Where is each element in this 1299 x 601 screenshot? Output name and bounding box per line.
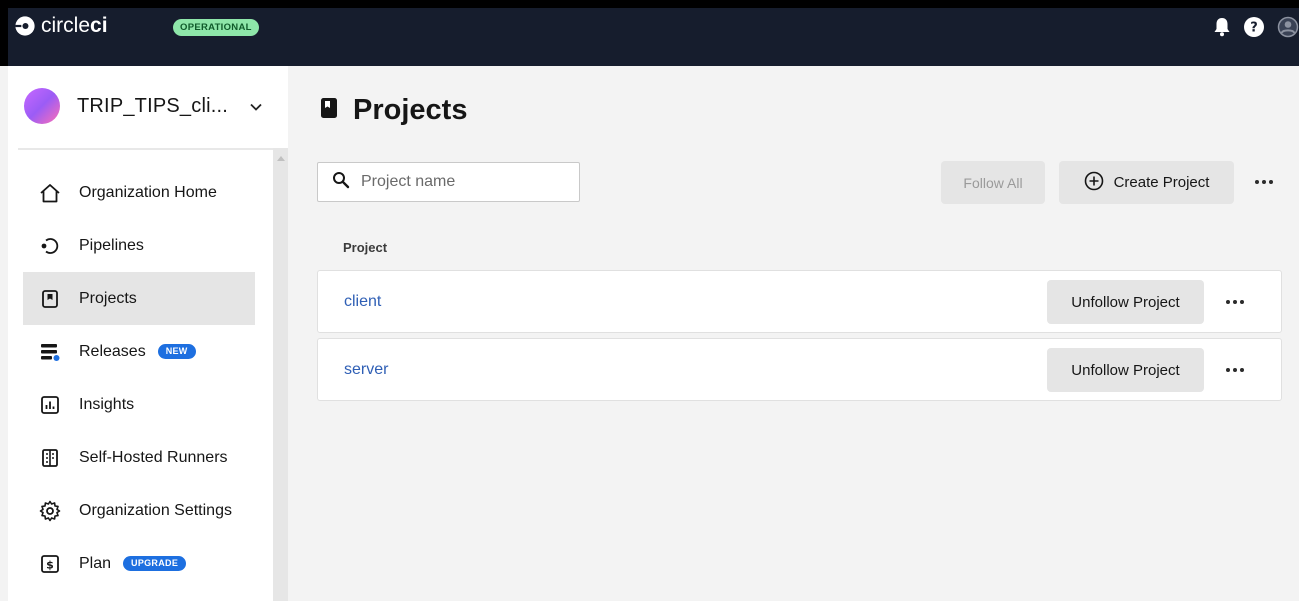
more-options-icon[interactable] <box>1223 360 1247 380</box>
search-input[interactable] <box>361 173 561 191</box>
sidebar: TRIP_TIPS_cli... Organization Home Pipel… <box>8 66 288 601</box>
table-row: server Unfollow Project <box>317 338 1282 401</box>
table-row: client Unfollow Project <box>317 270 1282 333</box>
project-link[interactable]: client <box>344 293 381 311</box>
sidebar-item-label: Self-Hosted Runners <box>79 448 228 466</box>
unfollow-project-button[interactable]: Unfollow Project <box>1047 280 1204 324</box>
sidebar-item-self-hosted-runners[interactable]: Self-Hosted Runners <box>23 431 255 484</box>
svg-text:?: ? <box>1250 21 1258 36</box>
help-icon[interactable]: ? <box>1243 16 1265 43</box>
top-bar: circleci OPERATIONAL ? <box>0 0 1299 66</box>
upgrade-badge[interactable]: UPGRADE <box>123 556 187 571</box>
create-project-button[interactable]: Create Project <box>1059 161 1234 204</box>
bell-icon[interactable] <box>1213 17 1231 42</box>
svg-text:$: $ <box>46 558 54 571</box>
search-icon <box>332 171 350 194</box>
circleci-logo[interactable]: circleci <box>14 14 108 38</box>
chevron-down-icon <box>250 98 262 114</box>
unfollow-project-button[interactable]: Unfollow Project <box>1047 348 1204 392</box>
sidebar-item-label: Releases <box>79 342 146 360</box>
user-avatar-icon[interactable] <box>1277 16 1299 43</box>
follow-all-button[interactable]: Follow All <box>941 161 1045 204</box>
insights-icon <box>39 394 61 416</box>
create-project-label: Create Project <box>1113 174 1210 191</box>
gear-icon <box>39 500 61 522</box>
sidebar-item-insights[interactable]: Insights <box>23 378 255 431</box>
sidebar-item-label: Organization Settings <box>79 501 232 519</box>
sidebar-item-pipelines[interactable]: Pipelines <box>23 219 255 272</box>
sidebar-item-releases[interactable]: Releases NEW <box>23 325 255 378</box>
projects-icon <box>39 288 61 310</box>
sidebar-item-label: Insights <box>79 395 135 413</box>
org-switcher[interactable]: TRIP_TIPS_cli... <box>24 88 262 124</box>
org-name: TRIP_TIPS_cli... <box>77 94 229 117</box>
sidebar-scrollbar[interactable] <box>273 148 288 601</box>
pipelines-icon <box>39 235 61 257</box>
sidebar-item-label: Pipelines <box>79 236 144 254</box>
sidebar-item-label: Projects <box>79 289 137 307</box>
scroll-up-arrow-icon[interactable] <box>277 156 285 161</box>
column-header-project: Project <box>343 240 388 255</box>
sidebar-item-organization-home[interactable]: Organization Home <box>23 166 255 219</box>
sidebar-item-label: Organization Home <box>79 183 217 201</box>
page-title-text: Projects <box>353 94 468 126</box>
more-options-icon[interactable] <box>1252 172 1276 192</box>
sidebar-item-organization-settings[interactable]: Organization Settings <box>23 484 255 537</box>
more-options-icon[interactable] <box>1223 292 1247 312</box>
logo-text: circleci <box>41 14 108 37</box>
sidebar-divider <box>18 148 273 150</box>
new-badge: NEW <box>157 344 196 359</box>
projects-icon <box>320 97 338 124</box>
project-search[interactable] <box>317 162 580 202</box>
sidebar-item-projects[interactable]: Projects <box>23 272 255 325</box>
sidebar-item-plan[interactable]: $ Plan UPGRADE <box>23 537 255 590</box>
org-avatar <box>24 88 60 124</box>
sidebar-nav: Organization Home Pipelines Projects Rel… <box>23 166 255 590</box>
circleci-logo-icon <box>15 16 35 36</box>
runners-icon <box>39 447 61 469</box>
releases-icon <box>39 341 61 363</box>
sidebar-item-label: Plan <box>79 554 112 572</box>
top-icons: ? <box>1213 16 1299 43</box>
status-badge[interactable]: OPERATIONAL <box>173 19 259 36</box>
top-bar-inner: circleci OPERATIONAL ? <box>8 8 1299 66</box>
project-link[interactable]: server <box>344 361 388 379</box>
home-icon <box>39 182 61 204</box>
page-title: Projects <box>320 94 467 127</box>
plus-circle-icon <box>1084 171 1104 195</box>
plan-icon: $ <box>39 553 61 575</box>
